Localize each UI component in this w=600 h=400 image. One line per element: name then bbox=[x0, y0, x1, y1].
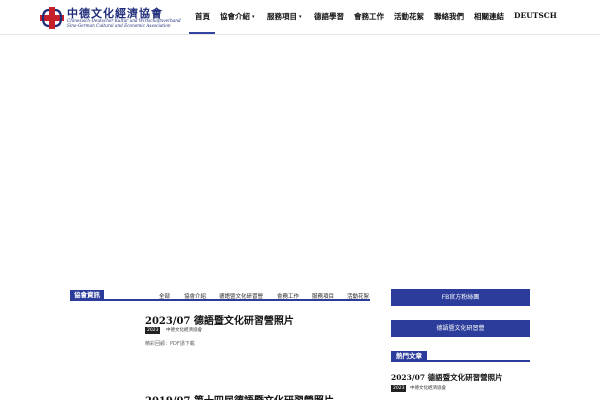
nav-item-german-learning[interactable]: 德語學習 bbox=[314, 11, 344, 22]
post-excerpt: 精彩回顧：PDF請下載 bbox=[145, 341, 195, 347]
chevron-down-icon: ▾ bbox=[299, 14, 302, 20]
nav-item-association-work[interactable]: 會務工作 bbox=[354, 11, 384, 22]
nav-item-links[interactable]: 相關連結 bbox=[474, 11, 504, 22]
popular-post-title[interactable]: 2023/07 德語暨文化研習營照片 bbox=[391, 372, 503, 383]
filter-all[interactable]: 全部 bbox=[159, 292, 170, 300]
filter-services[interactable]: 服務項目 bbox=[312, 292, 334, 300]
nav-item-label: 會務工作 bbox=[354, 12, 384, 21]
nav-item-contact[interactable]: 聯絡我們 bbox=[434, 11, 464, 22]
chevron-down-icon: ▾ bbox=[252, 14, 255, 20]
nav-item-label: 聯絡我們 bbox=[434, 12, 464, 21]
nav-item-label: DEUTSCH bbox=[514, 11, 557, 20]
nav-item-events[interactable]: 活動花絮 bbox=[394, 11, 424, 22]
nav-item-home[interactable]: 首頁 bbox=[195, 11, 210, 22]
nav-item-label: 德語學習 bbox=[314, 12, 344, 21]
nav-item-label: 首頁 bbox=[195, 12, 210, 21]
popular-post-year-badge: 2023 bbox=[391, 385, 407, 392]
popular-posts-header: 熱門文章 bbox=[391, 351, 530, 362]
post-author[interactable]: 中德文化經濟協會 bbox=[166, 327, 202, 334]
nav-active-indicator bbox=[189, 32, 215, 34]
post-year-badge: 2023 bbox=[145, 327, 161, 334]
fb-fanpage-button[interactable]: FB官方粉絲團 bbox=[391, 289, 530, 306]
filter-events[interactable]: 活動花絮 bbox=[347, 292, 369, 300]
popular-post-author[interactable]: 中德文化經濟協會 bbox=[410, 385, 446, 392]
popular-posts-title: 熱門文章 bbox=[391, 351, 427, 362]
nav-item-label: 服務項目 bbox=[267, 12, 297, 21]
filter-association-work[interactable]: 會務工作 bbox=[277, 292, 299, 300]
logo-english-name: Sino-German Cultural and Economic Associ… bbox=[67, 23, 171, 28]
news-section-header: 協會資訊 全部 協會介紹 德語暨文化研習營 會務工作 服務項目 活動花絮 bbox=[70, 290, 370, 301]
nav-item-deutsch[interactable]: DEUTSCH bbox=[514, 11, 557, 20]
filter-language-camp[interactable]: 德語暨文化研習營 bbox=[219, 292, 263, 300]
nav-item-label: 活動花絮 bbox=[394, 12, 424, 21]
site-header: 中德文化經濟協會 Chinesisch-Deutscher Kultur und… bbox=[0, 0, 600, 35]
nav-item-label: 相關連結 bbox=[474, 12, 504, 21]
logo-cross-icon bbox=[40, 7, 64, 29]
post-title[interactable]: 2019/07 第十四屆德語暨文化研習營照片 bbox=[145, 392, 334, 400]
nav-item-label: 協會介紹 bbox=[220, 12, 250, 21]
post-title[interactable]: 2023/07 德語暨文化研習營照片 bbox=[145, 312, 294, 327]
nav-item-about[interactable]: 協會介紹 ▾ bbox=[220, 11, 255, 22]
filter-about[interactable]: 協會介紹 bbox=[184, 292, 206, 300]
news-section-title: 協會資訊 bbox=[70, 290, 104, 301]
site-logo[interactable]: 中德文化經濟協會 Chinesisch-Deutscher Kultur und… bbox=[40, 5, 181, 31]
language-camp-button[interactable]: 德語暨文化研習營 bbox=[391, 320, 530, 337]
nav-item-services[interactable]: 服務項目 ▾ bbox=[267, 11, 302, 22]
